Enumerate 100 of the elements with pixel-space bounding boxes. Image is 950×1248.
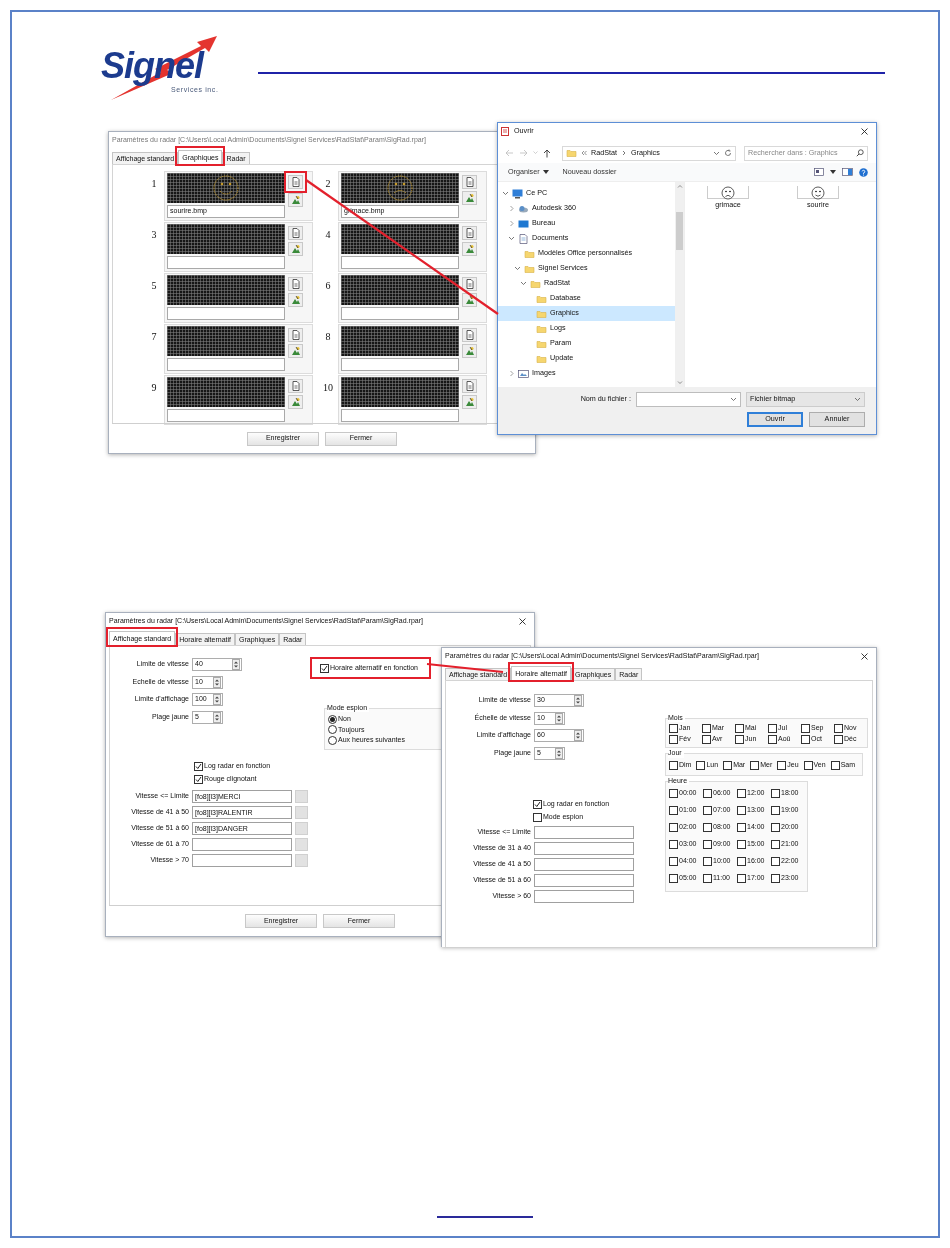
checkbox[interactable] <box>735 734 744 744</box>
spin-arrows-icon[interactable] <box>213 711 221 723</box>
text-field[interactable] <box>192 853 292 867</box>
checkbox[interactable] <box>320 663 329 673</box>
caret-icon[interactable] <box>830 170 836 174</box>
spin-arrows-icon[interactable] <box>555 712 563 724</box>
close-icon[interactable] <box>861 128 868 135</box>
spin-arrows-icon[interactable] <box>213 694 221 705</box>
chevron-icon[interactable] <box>514 265 521 272</box>
checkbox[interactable] <box>669 806 678 816</box>
checkbox[interactable] <box>669 840 678 850</box>
view-icon[interactable] <box>814 168 824 176</box>
checkbox[interactable] <box>771 789 780 799</box>
chevron-icon[interactable] <box>508 235 515 242</box>
slot-number: 7 <box>150 330 158 342</box>
color-button[interactable] <box>295 853 308 867</box>
text-field[interactable] <box>341 358 459 371</box>
caret-icon <box>542 170 549 174</box>
checkbox[interactable] <box>703 874 712 884</box>
document-icon <box>518 233 529 244</box>
text-field[interactable] <box>534 825 634 839</box>
checkbox[interactable] <box>194 761 203 771</box>
checkbox[interactable] <box>703 840 712 850</box>
checkbox[interactable] <box>669 723 678 733</box>
checkbox[interactable] <box>771 806 780 816</box>
checkbox[interactable] <box>669 857 678 867</box>
text-field[interactable] <box>341 256 459 269</box>
up-arrow-icon[interactable] <box>543 148 551 158</box>
scrollbar[interactable] <box>675 182 684 387</box>
checkbox[interactable] <box>771 840 780 850</box>
text-field[interactable] <box>534 857 634 871</box>
checkbox[interactable] <box>830 760 840 770</box>
checkbox[interactable] <box>834 734 843 744</box>
checkbox[interactable] <box>771 857 780 867</box>
preview-pane-icon[interactable] <box>842 168 853 176</box>
checkbox[interactable] <box>834 723 843 733</box>
checkbox[interactable] <box>771 823 780 833</box>
checkbox[interactable] <box>801 723 810 733</box>
checkbox[interactable] <box>737 857 746 867</box>
checkbox[interactable] <box>533 812 542 822</box>
scrollbar-thumb[interactable] <box>676 212 683 250</box>
checkbox[interactable] <box>801 734 810 744</box>
text-field[interactable] <box>341 307 459 320</box>
checkbox[interactable] <box>803 760 813 770</box>
checkbox[interactable] <box>737 840 746 850</box>
checkbox[interactable] <box>533 799 542 809</box>
radio-button[interactable] <box>328 714 337 724</box>
checkbox[interactable] <box>702 723 711 733</box>
checkbox[interactable] <box>777 760 787 770</box>
spin-arrows-icon[interactable] <box>574 730 582 741</box>
checkbox[interactable] <box>723 760 733 770</box>
help-icon[interactable] <box>859 167 868 177</box>
color-button[interactable] <box>295 789 308 803</box>
text-field[interactable] <box>534 889 634 903</box>
spin-arrows-icon[interactable] <box>574 695 582 706</box>
folder-icon <box>536 338 547 349</box>
text-field[interactable] <box>167 307 285 320</box>
text-field[interactable] <box>534 841 634 855</box>
text-field[interactable] <box>534 873 634 887</box>
checkbox[interactable] <box>194 774 203 784</box>
chevron-icon[interactable] <box>520 280 527 287</box>
slot-number: 2 <box>324 177 332 189</box>
checkbox[interactable] <box>737 823 746 833</box>
checkbox[interactable] <box>737 789 746 799</box>
spin-arrows-icon[interactable] <box>213 676 221 688</box>
checkbox[interactable] <box>768 723 777 733</box>
spin-arrows-icon[interactable] <box>555 747 563 759</box>
checkbox[interactable] <box>750 760 760 770</box>
checkbox[interactable] <box>735 723 744 733</box>
text-field[interactable] <box>167 358 285 371</box>
file-name-field[interactable] <box>636 392 741 407</box>
spin-arrows-icon[interactable] <box>232 659 240 670</box>
checkbox[interactable] <box>703 789 712 799</box>
refresh-icon[interactable] <box>724 149 732 157</box>
radio-button[interactable] <box>328 735 337 745</box>
checkbox[interactable] <box>737 874 746 884</box>
checkbox[interactable] <box>669 734 678 744</box>
checkbox[interactable] <box>768 734 777 744</box>
text-field[interactable] <box>341 409 459 422</box>
close-icon[interactable] <box>861 653 868 660</box>
checkbox[interactable] <box>703 857 712 867</box>
color-button[interactable] <box>295 805 308 819</box>
chevron-icon[interactable] <box>502 190 509 197</box>
checkbox[interactable] <box>703 806 712 816</box>
color-button[interactable] <box>295 821 308 835</box>
checkbox[interactable] <box>703 823 712 833</box>
checkbox[interactable] <box>702 734 711 744</box>
checkbox[interactable] <box>669 874 678 884</box>
checkbox[interactable] <box>737 806 746 816</box>
close-icon[interactable] <box>519 618 526 625</box>
checkbox[interactable] <box>669 789 678 799</box>
checkbox[interactable] <box>669 760 678 770</box>
checkbox[interactable] <box>669 823 678 833</box>
checkbox[interactable] <box>696 760 706 770</box>
text-field[interactable] <box>167 409 285 422</box>
radio-button[interactable] <box>328 725 337 735</box>
checkbox[interactable] <box>771 874 780 884</box>
color-button[interactable] <box>295 837 308 851</box>
text-field[interactable] <box>167 256 285 269</box>
text-field[interactable] <box>192 837 292 851</box>
